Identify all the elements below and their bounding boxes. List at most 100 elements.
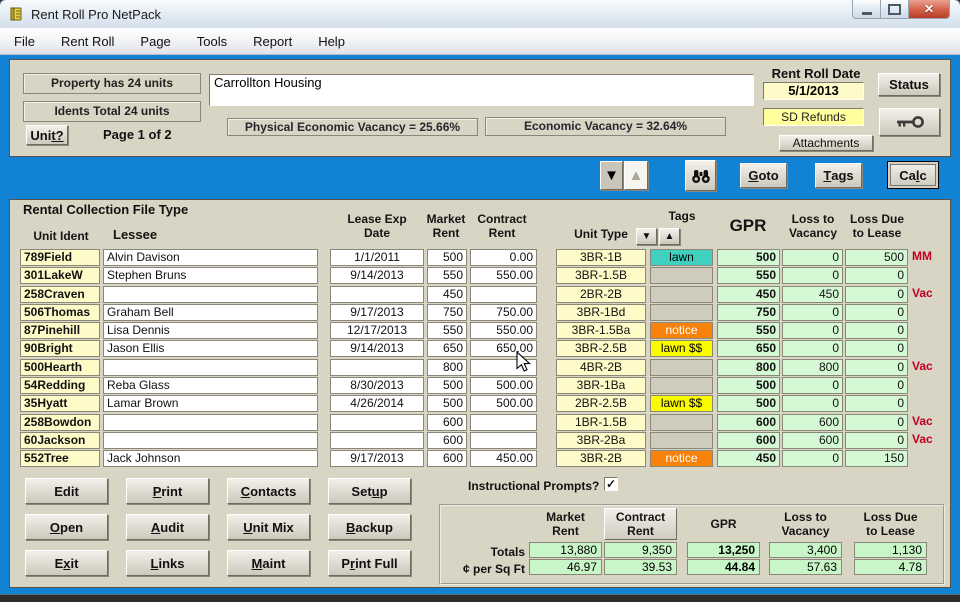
lease-exp-date-cell[interactable]: 4/26/2014 — [330, 395, 424, 412]
unit-type-cell[interactable]: 3BR-1Bd — [556, 304, 646, 321]
tag-cell[interactable]: notice — [650, 322, 713, 339]
lease-exp-date-cell[interactable]: 12/17/2013 — [330, 322, 424, 339]
tag-cell[interactable] — [650, 359, 713, 376]
lessee-cell[interactable]: Jack Johnson — [103, 450, 318, 467]
lease-exp-date-cell[interactable] — [330, 414, 424, 431]
unit-type-cell[interactable]: 3BR-2B — [556, 450, 646, 467]
instructional-prompts-checkbox[interactable] — [604, 477, 618, 491]
tag-cell[interactable] — [650, 286, 713, 303]
unit-type-cell[interactable]: 1BR-1.5B — [556, 414, 646, 431]
contract-rent-cell[interactable]: 500.00 — [470, 377, 537, 394]
unit-ident-cell[interactable]: 35Hyatt — [20, 395, 100, 412]
minimize-button[interactable] — [852, 0, 881, 19]
lessee-cell[interactable]: Stephen Bruns — [103, 267, 318, 284]
menu-tools[interactable]: Tools — [184, 29, 240, 54]
tags-button[interactable]: Tags — [815, 163, 862, 188]
contract-rent-cell[interactable]: 0.00 — [470, 249, 537, 266]
tag-sort-down-button[interactable]: ▼ — [636, 228, 657, 245]
unit-ident-cell[interactable]: 301LakeW — [20, 267, 100, 284]
tag-cell[interactable] — [650, 267, 713, 284]
row-up-button[interactable]: ▲ — [624, 161, 648, 190]
market-rent-cell[interactable]: 550 — [427, 267, 467, 284]
lessee-cell[interactable]: Lisa Dennis — [103, 322, 318, 339]
unit-type-cell[interactable]: 2BR-2.5B — [556, 395, 646, 412]
sd-refunds-button[interactable]: SD Refunds — [763, 108, 864, 126]
market-rent-cell[interactable]: 550 — [427, 322, 467, 339]
command-button-setup[interactable]: Setup — [328, 478, 411, 504]
contract-rent-cell[interactable] — [470, 414, 537, 431]
market-rent-cell[interactable]: 500 — [427, 377, 467, 394]
command-button-unit-mix[interactable]: Unit Mix — [227, 514, 310, 540]
market-rent-cell[interactable]: 800 — [427, 359, 467, 376]
unit-type-cell[interactable]: 4BR-2B — [556, 359, 646, 376]
lessee-cell[interactable]: Reba Glass — [103, 377, 318, 394]
lessee-cell[interactable]: Jason Ellis — [103, 340, 318, 357]
command-button-edit[interactable]: Edit — [25, 478, 108, 504]
contract-rent-cell[interactable] — [470, 286, 537, 303]
goto-button[interactable]: Goto — [740, 163, 787, 188]
market-rent-cell[interactable]: 450 — [427, 286, 467, 303]
row-down-button[interactable]: ▼ — [600, 161, 623, 190]
title-bar[interactable]: Rent Roll Pro NetPack ✕ — [0, 0, 960, 28]
tag-cell[interactable] — [650, 304, 713, 321]
attachments-button[interactable]: Attachments — [779, 135, 873, 151]
calc-button[interactable]: Calc — [887, 161, 939, 189]
tag-cell[interactable] — [650, 377, 713, 394]
contract-rent-cell[interactable] — [470, 359, 537, 376]
market-rent-cell[interactable]: 650 — [427, 340, 467, 357]
lease-exp-date-cell[interactable]: 8/30/2013 — [330, 377, 424, 394]
menu-report[interactable]: Report — [240, 29, 305, 54]
tag-cell[interactable] — [650, 432, 713, 449]
unit-ident-cell[interactable]: 506Thomas — [20, 304, 100, 321]
menu-rent-roll[interactable]: Rent Roll — [48, 29, 127, 54]
unit-type-cell[interactable]: 3BR-2Ba — [556, 432, 646, 449]
lease-exp-date-cell[interactable]: 9/17/2013 — [330, 304, 424, 321]
contract-rent-cell[interactable]: 450.00 — [470, 450, 537, 467]
key-button[interactable] — [879, 108, 940, 136]
lessee-cell[interactable] — [103, 286, 318, 303]
contract-rent-cell[interactable]: 550.00 — [470, 267, 537, 284]
market-rent-cell[interactable]: 750 — [427, 304, 467, 321]
unit-ident-cell[interactable]: 258Craven — [20, 286, 100, 303]
menu-help[interactable]: Help — [305, 29, 358, 54]
property-name-input[interactable] — [209, 74, 754, 106]
menu-page[interactable]: Page — [127, 29, 183, 54]
tag-cell[interactable]: lawn — [650, 249, 713, 266]
command-button-audit[interactable]: Audit — [126, 514, 209, 540]
market-rent-cell[interactable]: 600 — [427, 450, 467, 467]
lessee-cell[interactable] — [103, 359, 318, 376]
unit-ident-cell[interactable]: 258Bowdon — [20, 414, 100, 431]
lessee-cell[interactable] — [103, 414, 318, 431]
contract-rent-cell[interactable] — [470, 432, 537, 449]
command-button-print[interactable]: Print — [126, 478, 209, 504]
tag-cell[interactable]: lawn $$ — [650, 395, 713, 412]
contract-rent-cell[interactable]: 500.00 — [470, 395, 537, 412]
market-rent-cell[interactable]: 500 — [427, 395, 467, 412]
unit-type-cell[interactable]: 2BR-2B — [556, 286, 646, 303]
unit-type-cell[interactable]: 3BR-1Ba — [556, 377, 646, 394]
unit-button[interactable]: Unit? — [26, 125, 68, 145]
maximize-button[interactable] — [881, 0, 908, 19]
command-button-exit[interactable]: Exit — [25, 550, 108, 576]
unit-type-cell[interactable]: 3BR-2.5B — [556, 340, 646, 357]
unit-type-cell[interactable]: 3BR-1.5B — [556, 267, 646, 284]
command-button-backup[interactable]: Backup — [328, 514, 411, 540]
lease-exp-date-cell[interactable]: 9/14/2013 — [330, 340, 424, 357]
command-button-maint[interactable]: Maint — [227, 550, 310, 576]
unit-ident-cell[interactable]: 90Bright — [20, 340, 100, 357]
unit-ident-cell[interactable]: 500Hearth — [20, 359, 100, 376]
command-button-open[interactable]: Open — [25, 514, 108, 540]
command-button-print-full[interactable]: Print Full — [328, 550, 411, 576]
lease-exp-date-cell[interactable]: 1/1/2011 — [330, 249, 424, 266]
tag-cell[interactable] — [650, 414, 713, 431]
market-rent-cell[interactable]: 500 — [427, 249, 467, 266]
lease-exp-date-cell[interactable] — [330, 286, 424, 303]
lease-exp-date-cell[interactable] — [330, 432, 424, 449]
menu-file[interactable]: File — [1, 29, 48, 54]
market-rent-cell[interactable]: 600 — [427, 414, 467, 431]
contract-rent-cell[interactable]: 750.00 — [470, 304, 537, 321]
unit-ident-cell[interactable]: 789Field — [20, 249, 100, 266]
lessee-cell[interactable]: Graham Bell — [103, 304, 318, 321]
tag-sort-up-button[interactable]: ▲ — [659, 228, 680, 245]
unit-ident-cell[interactable]: 60Jackson — [20, 432, 100, 449]
